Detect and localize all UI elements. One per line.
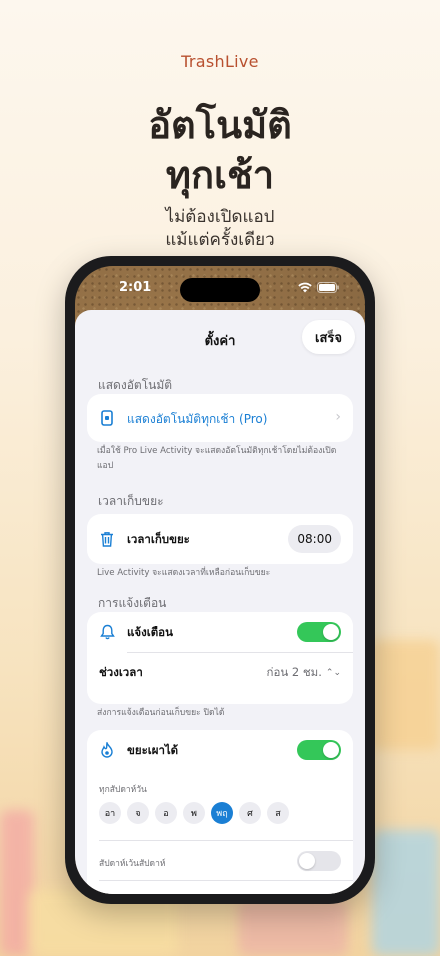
day-button-fri[interactable]: ศ bbox=[239, 802, 261, 824]
subline: ไม่ต้องเปิดแอป แม้แต่ครั้งเดียว bbox=[0, 206, 440, 252]
phone-frame: 2:01 ตั้งค่า เสร็จ แสดงอัตโนมัติ แสดงอัต… bbox=[65, 256, 375, 904]
flame-icon bbox=[99, 742, 115, 758]
day-selector: อา จ อ พ พฤ ศ ส bbox=[99, 802, 295, 824]
day-button-mon[interactable]: จ bbox=[127, 802, 149, 824]
subline-line-1: ไม่ต้องเปิดแอป bbox=[165, 207, 275, 227]
background-note bbox=[372, 830, 440, 956]
pickup-time-picker[interactable]: 08:00 bbox=[288, 525, 341, 553]
settings-sheet: ตั้งค่า เสร็จ แสดงอัตโนมัติ แสดงอัตโนมัต… bbox=[75, 310, 365, 894]
period-value: ก่อน 2 ชม. bbox=[266, 665, 322, 679]
battery-icon bbox=[317, 282, 339, 293]
brand-name: TrashLive bbox=[181, 52, 259, 71]
wifi-icon bbox=[298, 282, 312, 293]
divider bbox=[127, 652, 353, 653]
section-footer-notify: ส่งการแจ้งเตือนก่อนเก็บขยะ ปิดได้ bbox=[97, 708, 225, 718]
background-note bbox=[238, 900, 348, 956]
weekly-except-toggle[interactable] bbox=[297, 851, 341, 871]
period-label: ช่วงเวลา bbox=[99, 665, 143, 679]
auto-display-card: แสดงอัตโนมัติทุกเช้า (Pro) › bbox=[87, 394, 353, 442]
pickup-time-card: เวลาเก็บขยะ 08:00 bbox=[87, 514, 353, 564]
trash-icon bbox=[99, 531, 115, 547]
section-header-auto: แสดงอัตโนมัติ bbox=[98, 378, 173, 392]
day-button-wed[interactable]: พ bbox=[183, 802, 205, 824]
phone-screen: 2:01 ตั้งค่า เสร็จ แสดงอัตโนมัติ แสดงอัต… bbox=[75, 266, 365, 894]
phone-lock-icon bbox=[99, 410, 115, 426]
section-footer-auto: เมื่อใช้ Pro Live Activity จะแสดงอัตโนมั… bbox=[97, 446, 337, 471]
chevron-up-down-icon: ⌃⌄ bbox=[325, 668, 341, 678]
section-footer-pickup: Live Activity จะแสดงเวลาที่เหลือก่อนเก็บ… bbox=[97, 568, 271, 578]
dynamic-island bbox=[180, 278, 260, 302]
status-time: 2:01 bbox=[119, 280, 152, 295]
divider bbox=[99, 840, 353, 841]
notify-toggle-label: แจ้งเตือน bbox=[127, 625, 173, 639]
section-header-notify: การแจ้งเตือน bbox=[98, 596, 167, 610]
headline: อัตโนมัติ ทุกเช้า bbox=[0, 100, 440, 200]
period-picker[interactable]: ก่อน 2 ชม. ⌃⌄ bbox=[267, 664, 342, 682]
background-note bbox=[370, 640, 440, 750]
auto-display-label: แสดงอัตโนมัติทุกเช้า (Pro) bbox=[127, 412, 268, 426]
pickup-time-label: เวลาเก็บขยะ bbox=[127, 532, 190, 546]
status-bar: 2:01 bbox=[75, 278, 365, 302]
notify-card: แจ้งเตือน ช่วงเวลา ก่อน 2 ชม. ⌃⌄ bbox=[87, 612, 353, 704]
chevron-right-icon: › bbox=[335, 409, 341, 425]
headline-line-2: ทุกเช้า bbox=[165, 153, 275, 197]
subline-line-2: แม้แต่ครั้งเดียว bbox=[165, 230, 275, 250]
section-header-pickup: เวลาเก็บขยะ bbox=[98, 494, 164, 508]
weekly-label: ทุกสัปดาห์วัน bbox=[99, 785, 147, 795]
day-button-tue[interactable]: อ bbox=[155, 802, 177, 824]
burnable-toggle[interactable] bbox=[297, 740, 341, 760]
notify-toggle[interactable] bbox=[297, 622, 341, 642]
auto-display-row[interactable]: แสดงอัตโนมัติทุกเช้า (Pro) › bbox=[87, 394, 353, 442]
day-button-sun[interactable]: อา bbox=[99, 802, 121, 824]
day-button-thu[interactable]: พฤ bbox=[211, 802, 233, 824]
day-button-sat[interactable]: ส bbox=[267, 802, 289, 824]
bell-icon bbox=[99, 624, 115, 640]
divider bbox=[99, 880, 353, 881]
nav-bar: ตั้งค่า เสร็จ bbox=[75, 310, 365, 366]
weekly-except-label: สัปดาห์เว้นสัปดาห์ bbox=[99, 859, 166, 869]
burnable-toggle-label: ขยะเผาได้ bbox=[127, 743, 179, 757]
burnable-card: ขยะเผาได้ ทุกสัปดาห์วัน อา จ อ พ พฤ ศ ส … bbox=[87, 730, 353, 894]
headline-line-1: อัตโนมัติ bbox=[148, 103, 292, 147]
done-button[interactable]: เสร็จ bbox=[302, 320, 355, 354]
